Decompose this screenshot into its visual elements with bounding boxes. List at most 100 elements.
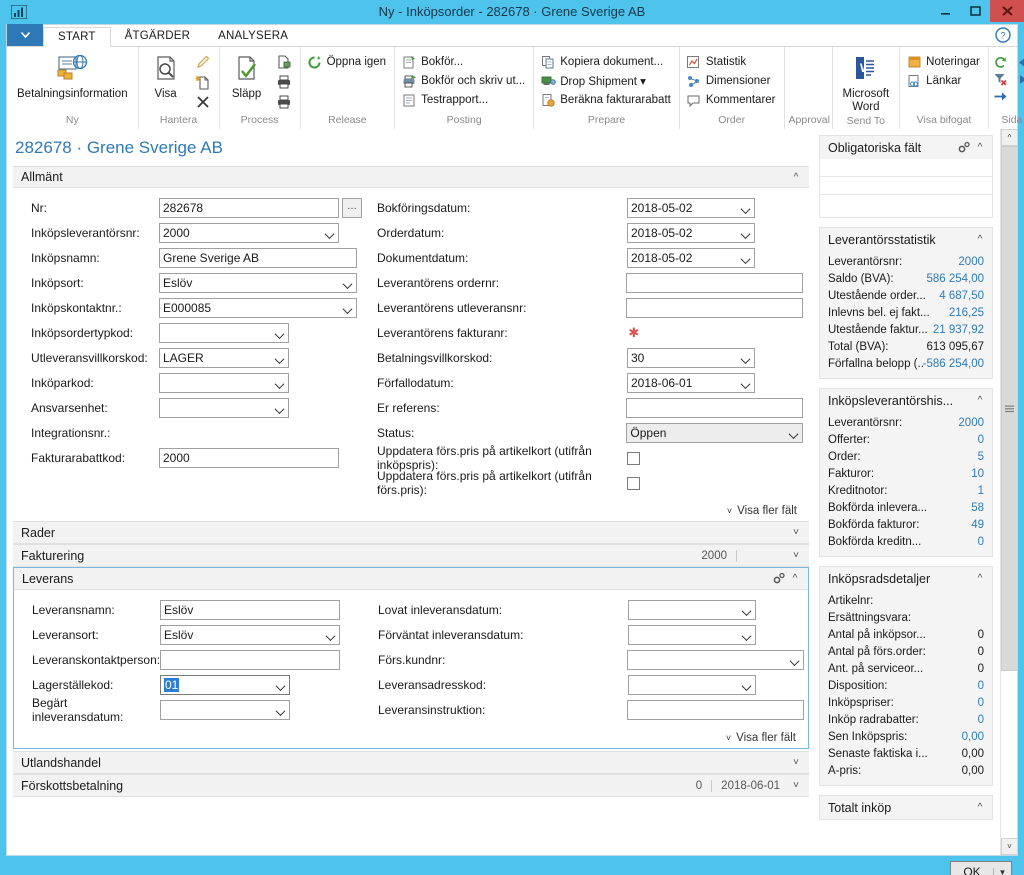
chevron-up-icon[interactable]: ^ <box>973 234 987 245</box>
row-value[interactable]: 0,00 <box>962 730 984 745</box>
chevron-down-icon[interactable]: ˅ <box>789 757 803 768</box>
leverantorens-utleveransnr-input[interactable] <box>626 298 803 318</box>
row-value[interactable]: 2000 <box>958 255 984 270</box>
oppna-igen-button[interactable]: Öppna igen <box>305 53 390 71</box>
row-value[interactable]: 0 <box>978 433 984 448</box>
minimize-button[interactable] <box>930 0 960 22</box>
row-value[interactable]: 10 <box>971 467 984 482</box>
row-value[interactable]: 1 <box>978 484 984 499</box>
gear-icon[interactable] <box>772 572 788 585</box>
bokfor-button[interactable]: Bokför... <box>399 53 529 71</box>
fastgroup-rader[interactable]: Rader ˅ <box>13 521 809 544</box>
chevron-down-icon[interactable]: ˅ <box>789 780 803 791</box>
chevron-up-icon[interactable]: ^ <box>973 573 987 584</box>
row-value[interactable]: 216,25 <box>949 306 984 321</box>
er-referens-input[interactable] <box>626 398 803 418</box>
begart-inleveransdatum-select[interactable] <box>160 700 290 720</box>
nr-input[interactable] <box>159 198 339 218</box>
print-icon[interactable] <box>274 72 294 91</box>
scrollbar-track[interactable] <box>1001 146 1017 838</box>
leveranskontaktperson-input[interactable] <box>160 650 340 670</box>
new-document-icon[interactable] <box>193 72 213 91</box>
chevron-up-icon[interactable]: ^ <box>973 802 987 813</box>
leverans-show-more-fields[interactable]: ˅ Visa fler fält <box>14 730 808 748</box>
delete-x-icon[interactable] <box>193 92 213 111</box>
refresh-icon[interactable] <box>993 54 1009 70</box>
totalt-inkop-header[interactable]: Totalt inköp ^ <box>820 796 992 819</box>
inkopsradsdetaljer-header[interactable]: Inköpsradsdetaljer ^ <box>820 567 992 590</box>
dimensioner-button[interactable]: Dimensioner <box>684 72 780 90</box>
ansvarsenhet-select[interactable] <box>159 398 289 418</box>
reopen-doc-icon[interactable] <box>274 52 294 71</box>
visa-button[interactable]: Visa <box>143 50 189 103</box>
berakna-fakturarabatt-button[interactable]: Beräkna fakturarabatt <box>538 91 675 109</box>
row-value[interactable]: 4 687,50 <box>939 289 984 304</box>
leveransinstruktion-input[interactable] <box>627 700 804 720</box>
forvantat-inleveransdatum-select[interactable] <box>628 625 756 645</box>
scroll-down-icon[interactable]: ˅ <box>1001 838 1017 855</box>
lagerstallekod-select[interactable]: 01 <box>160 675 290 695</box>
leveransort-select[interactable]: Eslöv <box>160 625 340 645</box>
inkopsort-select[interactable]: Eslöv <box>159 273 357 293</box>
clear-filter-icon[interactable] <box>993 71 1009 87</box>
lovat-inleveransdatum-select[interactable] <box>628 600 756 620</box>
row-value[interactable]: 5 <box>978 450 984 465</box>
chevron-up-icon[interactable]: ^ <box>789 172 803 183</box>
inkopsnamn-input[interactable] <box>159 248 357 268</box>
ok-button[interactable]: OK ▼ <box>950 860 1012 875</box>
dokumentdatum-select[interactable]: 2018-05-02 <box>627 248 755 268</box>
print-icon[interactable] <box>274 92 294 111</box>
next-icon[interactable] <box>1015 71 1024 87</box>
leveransnamn-input[interactable] <box>160 600 340 620</box>
tab-start[interactable]: START <box>43 27 111 47</box>
nr-lookup-button[interactable]: … <box>342 198 362 218</box>
row-value[interactable]: 21 937,92 <box>933 323 984 338</box>
utleveransvillkorskod-select[interactable]: LAGER <box>159 348 289 368</box>
sidebar-scrollbar[interactable]: ^ ˅ <box>1000 129 1017 855</box>
leveransadresskod-select[interactable] <box>628 675 756 695</box>
row-value[interactable]: 0 <box>978 679 984 694</box>
fastgroup-utlandshandel[interactable]: Utlandshandel ˅ <box>13 751 809 774</box>
orderdatum-select[interactable]: 2018-05-02 <box>627 223 755 243</box>
bokfor-skriv-ut-button[interactable]: Bokför och skriv ut... <box>399 72 529 90</box>
obligatoriska-input-row[interactable] <box>820 195 992 217</box>
row-value[interactable]: 0 <box>978 713 984 728</box>
ribbon-dropdown-button[interactable] <box>7 24 43 46</box>
statistik-button[interactable]: Statistik <box>684 53 780 71</box>
previous-icon[interactable] <box>1015 54 1024 70</box>
leverans-header[interactable]: Leverans ^ <box>14 568 808 590</box>
help-icon[interactable]: ? <box>995 27 1011 43</box>
chevron-down-icon[interactable]: ˅ <box>789 527 803 538</box>
fastgroup-forskottsbetalning[interactable]: Förskottsbetalning 0 2018-06-01 ˅ <box>13 774 809 797</box>
bokforingsdatum-select[interactable]: 2018-05-02 <box>627 198 755 218</box>
row-value[interactable]: 58 <box>971 501 984 516</box>
slapp-button[interactable]: Släpp <box>224 50 270 103</box>
uppdatera-forspris-inkopspris-checkbox[interactable] <box>627 451 640 465</box>
uppdatera-forspris-forspris-checkbox[interactable] <box>627 476 640 490</box>
row-value[interactable]: 49 <box>971 518 984 533</box>
microsoft-word-button[interactable]: W Microsoft Word <box>837 50 896 115</box>
obligatoriska-falt-header[interactable]: Obligatoriska fält ^ <box>820 136 992 159</box>
chevron-up-icon[interactable]: ^ <box>973 142 987 153</box>
fakturarabattkod-input[interactable] <box>159 448 339 468</box>
obligatoriska-input-row[interactable] <box>820 159 992 177</box>
betalningsinformation-button[interactable]: Betalningsinformation <box>11 50 134 103</box>
leverantorens-fakturanr-input[interactable]: ✱ <box>626 325 803 341</box>
scrollbar-thumb[interactable] <box>1001 146 1017 671</box>
chevron-up-icon[interactable]: ^ <box>788 573 802 584</box>
row-value[interactable]: 0 <box>978 696 984 711</box>
row-value[interactable]: 586 254,00 <box>926 272 984 287</box>
tab-atgarder[interactable]: ÅTGÄRDER <box>111 27 205 46</box>
chevron-down-icon[interactable]: ▼ <box>993 867 1011 875</box>
edit-pencil-icon[interactable] <box>193 52 213 71</box>
lankar-button[interactable]: Länkar <box>904 72 984 90</box>
noteringar-button[interactable]: Noteringar <box>904 53 984 71</box>
allmant-header[interactable]: Allmänt ^ <box>13 166 809 188</box>
kopiera-dokument-button[interactable]: Kopiera dokument... <box>538 53 675 71</box>
obligatoriska-input-row[interactable] <box>820 177 992 195</box>
row-value[interactable]: 2000 <box>958 416 984 431</box>
row-value[interactable]: -586 254,00 <box>923 357 984 372</box>
betalningsvillkorskod-select[interactable]: 30 <box>627 348 755 368</box>
drop-shipment-button[interactable]: Drop Shipment ▾ <box>538 72 675 90</box>
close-button[interactable] <box>990 0 1024 22</box>
